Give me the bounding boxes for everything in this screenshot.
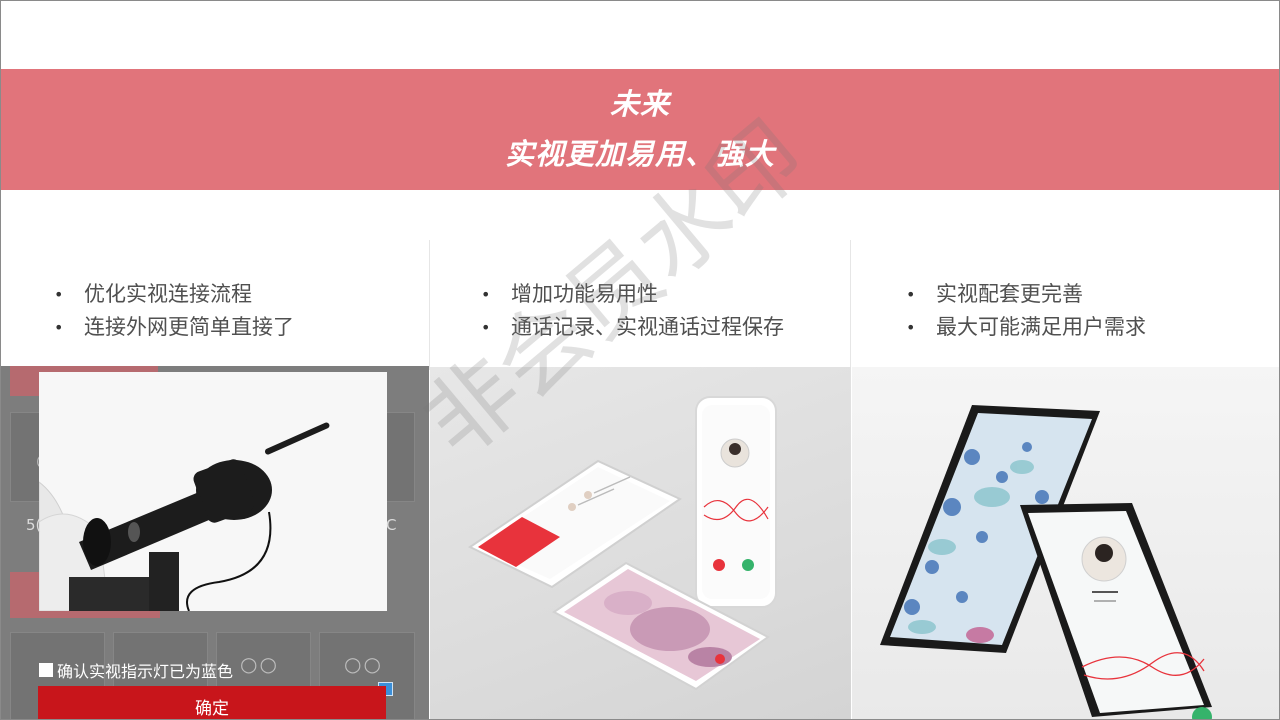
confirm-button[interactable]: 确定	[38, 686, 386, 720]
contact-list-phone	[468, 459, 683, 589]
bullet-text: 实视配套更完善	[936, 282, 1083, 306]
phone-cytology-panel	[852, 367, 1280, 720]
background-text: 5(	[26, 516, 42, 534]
background-circles: ○○	[344, 652, 383, 676]
background-circles: ○○	[240, 652, 279, 676]
bullet-text: 优化实视连接流程	[84, 282, 252, 306]
bullet-item: • 连接外网更简单直接了	[54, 311, 294, 344]
phones-cytology-illustration	[880, 405, 1212, 720]
bullet-dot: •	[54, 318, 64, 337]
app-screenshot-panel: ○○ ○○ ○○ 5( C 确认实视指示灯已为蓝色 确定	[0, 366, 429, 720]
checkbox-label: 确认实视指示灯已为蓝色	[57, 662, 234, 681]
checkbox-box[interactable]	[39, 663, 53, 677]
bullet-dot: •	[906, 285, 916, 304]
bullet-text: 连接外网更简单直接了	[84, 315, 294, 339]
call-screen-phone	[695, 396, 777, 608]
microscope-camera-illustration	[39, 372, 387, 611]
column-divider	[850, 240, 851, 370]
banner-title: 未来	[609, 87, 670, 121]
front-phone	[1020, 503, 1212, 720]
confirm-light-checkbox[interactable]: 确认实视指示灯已为蓝色	[39, 658, 233, 682]
bullet-item: • 实视配套更完善	[906, 278, 1146, 311]
bullet-text: 最大可能满足用户需求	[936, 315, 1146, 339]
background-text: C	[386, 516, 397, 534]
bullet-list-3: • 实视配套更完善 • 最大可能满足用户需求	[906, 278, 1146, 344]
bullet-item: • 优化实视连接流程	[54, 278, 294, 311]
camera-photo	[39, 372, 387, 611]
bullet-dot: •	[906, 318, 916, 337]
bullet-dot: •	[54, 285, 64, 304]
bullet-item: • 最大可能满足用户需求	[906, 311, 1146, 344]
bullet-list-1: • 优化实视连接流程 • 连接外网更简单直接了	[54, 278, 294, 344]
